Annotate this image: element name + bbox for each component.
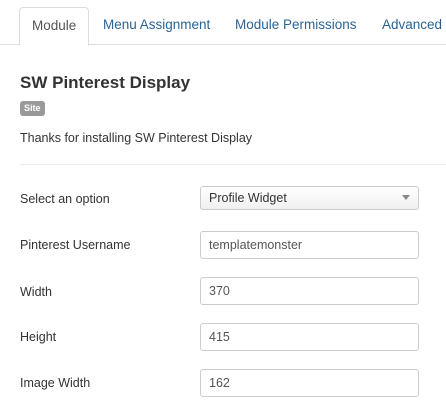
option-select-value: Profile Widget	[209, 191, 287, 205]
tab-menu-assignment[interactable]: Menu Assignment	[89, 7, 224, 45]
image-width-input[interactable]	[200, 369, 419, 397]
tab-bar: Module Menu Assignment Module Permission…	[0, 0, 446, 46]
tab-module[interactable]: Module	[19, 7, 89, 46]
tab-module-permissions[interactable]: Module Permissions	[221, 7, 371, 45]
username-label: Pinterest Username	[20, 238, 131, 252]
option-label: Select an option	[20, 192, 110, 206]
module-title: SW Pinterest Display	[20, 73, 191, 92]
site-badge: Site	[20, 101, 45, 116]
username-input[interactable]	[200, 231, 419, 259]
height-label: Height	[20, 330, 57, 344]
width-input[interactable]	[200, 277, 419, 305]
image-width-label: Image Width	[20, 376, 91, 390]
width-label: Width	[20, 285, 52, 299]
module-description: Thanks for installing SW Pinterest Displ…	[20, 131, 253, 145]
height-input[interactable]	[200, 323, 419, 351]
tab-advanced[interactable]: Advanced	[368, 7, 446, 45]
chevron-down-icon	[402, 195, 410, 200]
divider	[20, 164, 446, 165]
option-select[interactable]: Profile Widget	[200, 186, 419, 210]
